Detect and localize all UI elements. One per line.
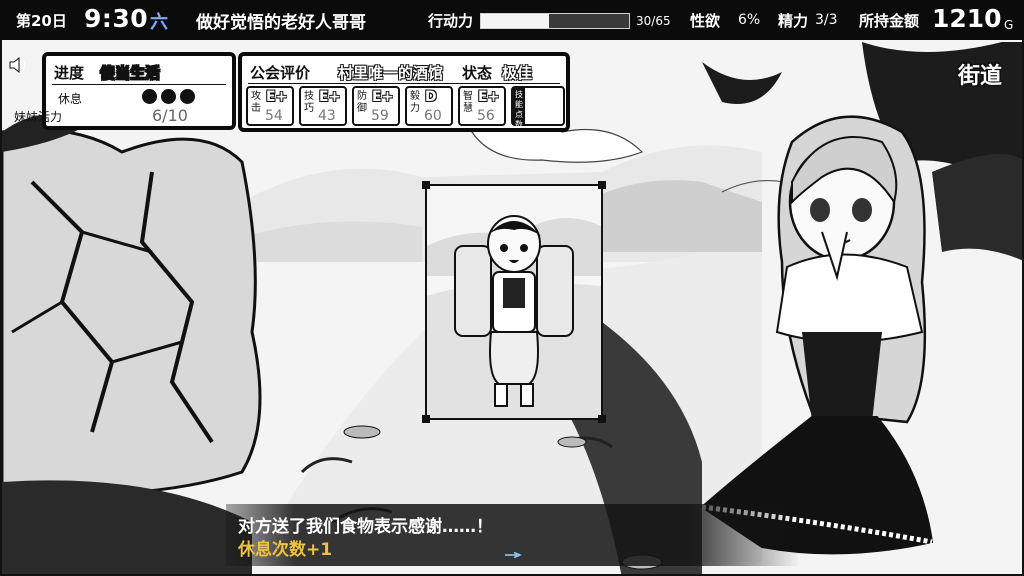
next-arrow-icon[interactable]: [504, 552, 522, 558]
stat-list: 攻击 E+ 54 技巧 E+ 43 防御 E+ 59 毅力 D 60 智慧 E+…: [246, 86, 565, 129]
speaker-icon[interactable]: [9, 57, 27, 73]
frame-corner: [598, 415, 606, 423]
stat-skill[interactable]: 技巧 E+ 43: [299, 86, 347, 126]
rest-dot: [180, 89, 195, 104]
energy-value: 3/3: [815, 12, 838, 28]
sister-vitality-value: 6/10: [152, 106, 188, 125]
weekday-indicator: 六: [150, 12, 168, 33]
skill-points-label: 技能点数: [513, 88, 525, 129]
guild-rating-value: 村里唯一的酒馆: [338, 64, 444, 82]
condition-value: 极佳: [502, 64, 533, 82]
stat-defense[interactable]: 防御 E+ 59: [352, 86, 400, 126]
stat-wisdom[interactable]: 智慧 E+ 56: [458, 86, 506, 126]
money-unit: G: [1004, 18, 1014, 32]
stat-name: 防御: [357, 91, 367, 114]
stat-value: 43: [318, 108, 336, 124]
action-points-value: 30/65: [636, 14, 671, 28]
stat-endurance[interactable]: 毅力 D 60: [405, 86, 453, 126]
money-value: 1210: [932, 4, 1002, 33]
rest-count-dots: [142, 89, 195, 104]
stat-value: 60: [424, 108, 442, 124]
stat-grade: E+: [478, 89, 500, 105]
stat-grade: E+: [266, 89, 288, 105]
progress-state: 傻当生活: [100, 64, 161, 83]
location-name: 街道: [957, 64, 1002, 89]
stat-name: 智慧: [463, 91, 473, 114]
lust-label: 性欲: [690, 12, 721, 30]
stat-grade: E+: [319, 89, 341, 105]
frame-corner: [422, 415, 430, 423]
action-points-label: 行动力: [428, 12, 474, 30]
action-points-fill: [481, 14, 550, 28]
stat-name: 攻击: [251, 91, 261, 114]
time-display: 9:30: [84, 4, 149, 33]
current-objective: 做好觉悟的老好人哥哥: [196, 13, 366, 33]
lust-value: 6%: [738, 12, 761, 28]
frame-corner: [598, 181, 606, 189]
condition-label: 状态: [462, 64, 493, 82]
action-points-bar: [480, 13, 630, 29]
skill-points-box[interactable]: 技能点数: [511, 86, 565, 129]
energy-label: 精力: [778, 12, 809, 30]
stat-value: 54: [265, 108, 283, 124]
stat-value: 59: [371, 108, 389, 124]
dialogue-text: 对方送了我们食物表示感谢……！: [238, 517, 493, 537]
stat-name: 毅力: [410, 91, 420, 114]
frame-corner: [422, 181, 430, 189]
stat-grade: E+: [372, 89, 394, 105]
stat-attack[interactable]: 攻击 E+ 54: [246, 86, 294, 126]
stat-grade: D: [425, 89, 437, 105]
guild-panel: 公会评价 村里唯一的酒馆 状态 极佳 攻击 E+ 54 技巧 E+ 43 防御 …: [238, 52, 570, 132]
day-counter: 第20日: [16, 12, 67, 30]
divider: [52, 84, 226, 85]
money-label: 所持金额: [859, 12, 920, 30]
rest-label: 休息: [58, 92, 83, 106]
stat-name: 技巧: [304, 91, 314, 114]
sister-vitality-label: 妹妹活力: [14, 110, 63, 124]
stat-value: 56: [477, 108, 495, 124]
rest-dot: [142, 89, 157, 104]
adventurer-portrait: [427, 186, 601, 418]
divider: [248, 83, 560, 84]
guild-rating-label: 公会评价: [250, 64, 311, 82]
status-bar: 第20日 9:30 六 做好觉悟的老好人哥哥 行动力 30/65 性欲 6% 精…: [0, 0, 1024, 40]
rest-dot: [161, 89, 176, 104]
progress-panel: 进度 傻当生活 休息 妹妹活力 6/10: [14, 52, 236, 130]
portrait-window: [422, 181, 606, 423]
progress-label: 进度: [54, 64, 85, 82]
dialogue-effect: 休息次数+1: [238, 540, 333, 560]
